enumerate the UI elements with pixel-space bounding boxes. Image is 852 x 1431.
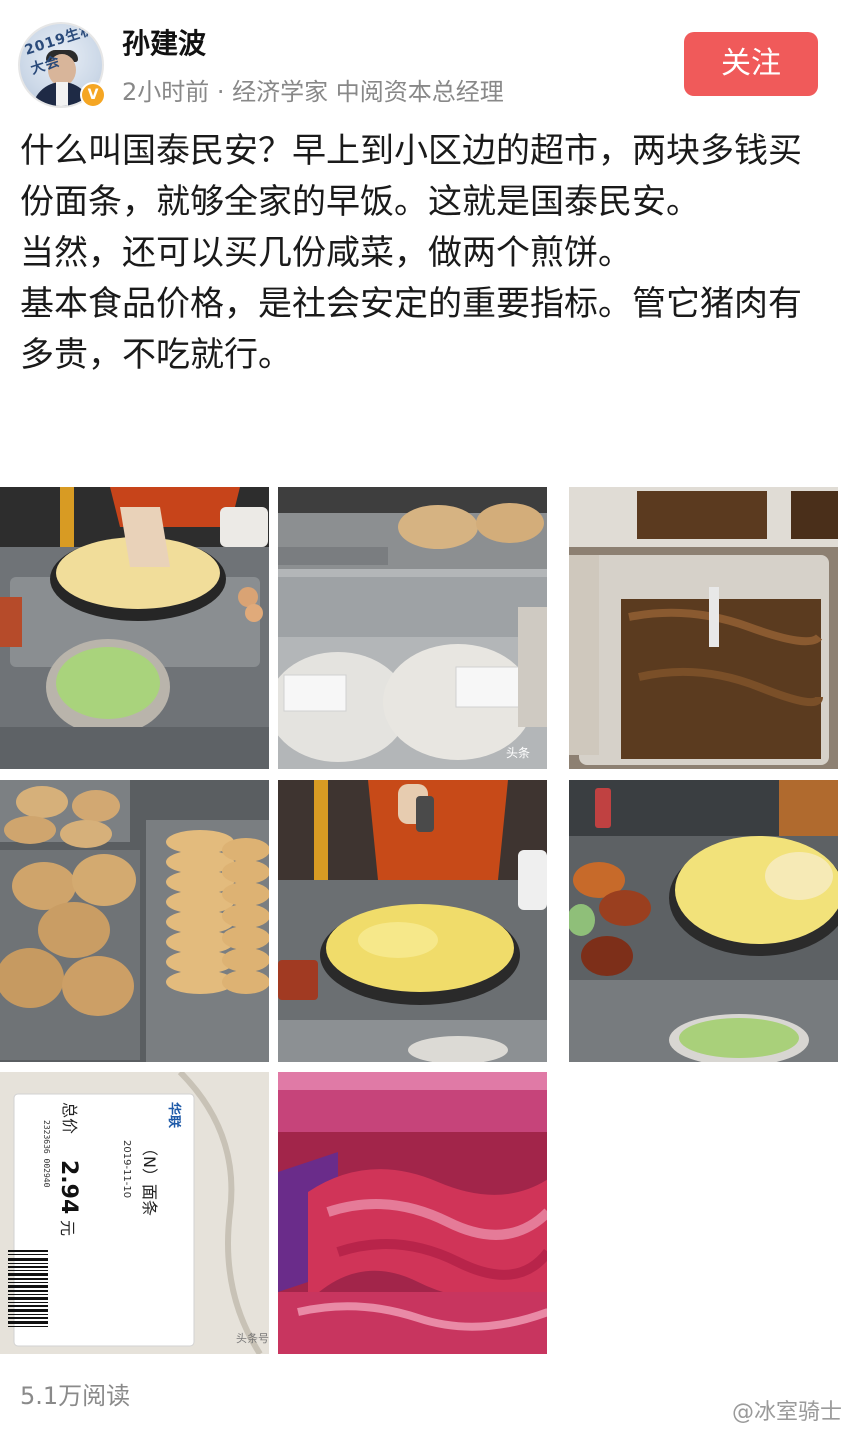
read-count: 5.1万阅读 (20, 1382, 131, 1410)
label-product-text: （N）面条 (140, 1140, 159, 1216)
pork-image (278, 1072, 547, 1354)
post-paragraph: 当然，还可以买几份咸菜，做两个煎饼。 (20, 233, 632, 273)
source-watermark: @冰室骑士 (731, 1400, 842, 1425)
verified-badge-icon: V (80, 82, 106, 108)
photo-egg-pancake[interactable] (278, 780, 547, 1062)
author-name[interactable]: 孙建波 (122, 22, 206, 62)
photo-pork[interactable] (278, 1072, 547, 1354)
photo-price-label[interactable]: 华联 （N）面条 2019-11-10 总价 2.94 元 2323636 00… (0, 1072, 269, 1354)
photo-pancake-griddle[interactable] (0, 487, 269, 769)
photo-pickles[interactable] (569, 487, 838, 769)
pancake-sauces-image (569, 780, 838, 1062)
photo-noodles[interactable]: 头条 (278, 487, 547, 769)
post-body: 什么叫国泰民安？早上到小区边的超市，两块多钱买份面条，就够全家的早饭。这就是国泰… (20, 126, 832, 381)
post-meta: 2小时前 · 经济学家 中阅资本总经理 (122, 78, 504, 106)
post-header: 2019生机大会 V 孙建波 2小时前 · 经济学家 中阅资本总经理 关注 (0, 0, 852, 120)
label-date-text: 2019-11-10 (121, 1140, 132, 1198)
photo-grid: 头条 华联 （N）面条 2019-11-10 总价 2.94 元 2323636… (0, 487, 852, 1355)
photo-fried-breads[interactable] (0, 780, 269, 1062)
label-currency: 元 (58, 1220, 77, 1236)
follow-button[interactable]: 关注 (684, 32, 818, 96)
egg-pancake-image (278, 780, 547, 1062)
label-total-label: 总价 (60, 1102, 79, 1134)
post-paragraph: 基本食品价格，是社会安定的重要指标。管它猪肉有多贵，不吃就行。 (20, 284, 802, 375)
label-barcode-number: 2323636 002940 (42, 1120, 51, 1188)
noodles-image: 头条 (278, 487, 547, 769)
label-brand-text: 华联 (166, 1102, 182, 1128)
photo-watermark: 头条号 (236, 1331, 269, 1345)
label-total-value: 2.94 (56, 1160, 81, 1214)
fried-breads-image (0, 780, 269, 1062)
photo-watermark: 头条 (506, 746, 530, 760)
price-label-image: 华联 （N）面条 2019-11-10 总价 2.94 元 2323636 00… (0, 1072, 269, 1354)
avatar-shirt (56, 82, 68, 106)
pancake-griddle-image (0, 487, 269, 769)
pickles-image (569, 487, 838, 769)
photo-pancake-sauces[interactable] (569, 780, 838, 1062)
post-paragraph: 什么叫国泰民安？早上到小区边的超市，两块多钱买份面条，就够全家的早饭。这就是国泰… (20, 131, 802, 222)
